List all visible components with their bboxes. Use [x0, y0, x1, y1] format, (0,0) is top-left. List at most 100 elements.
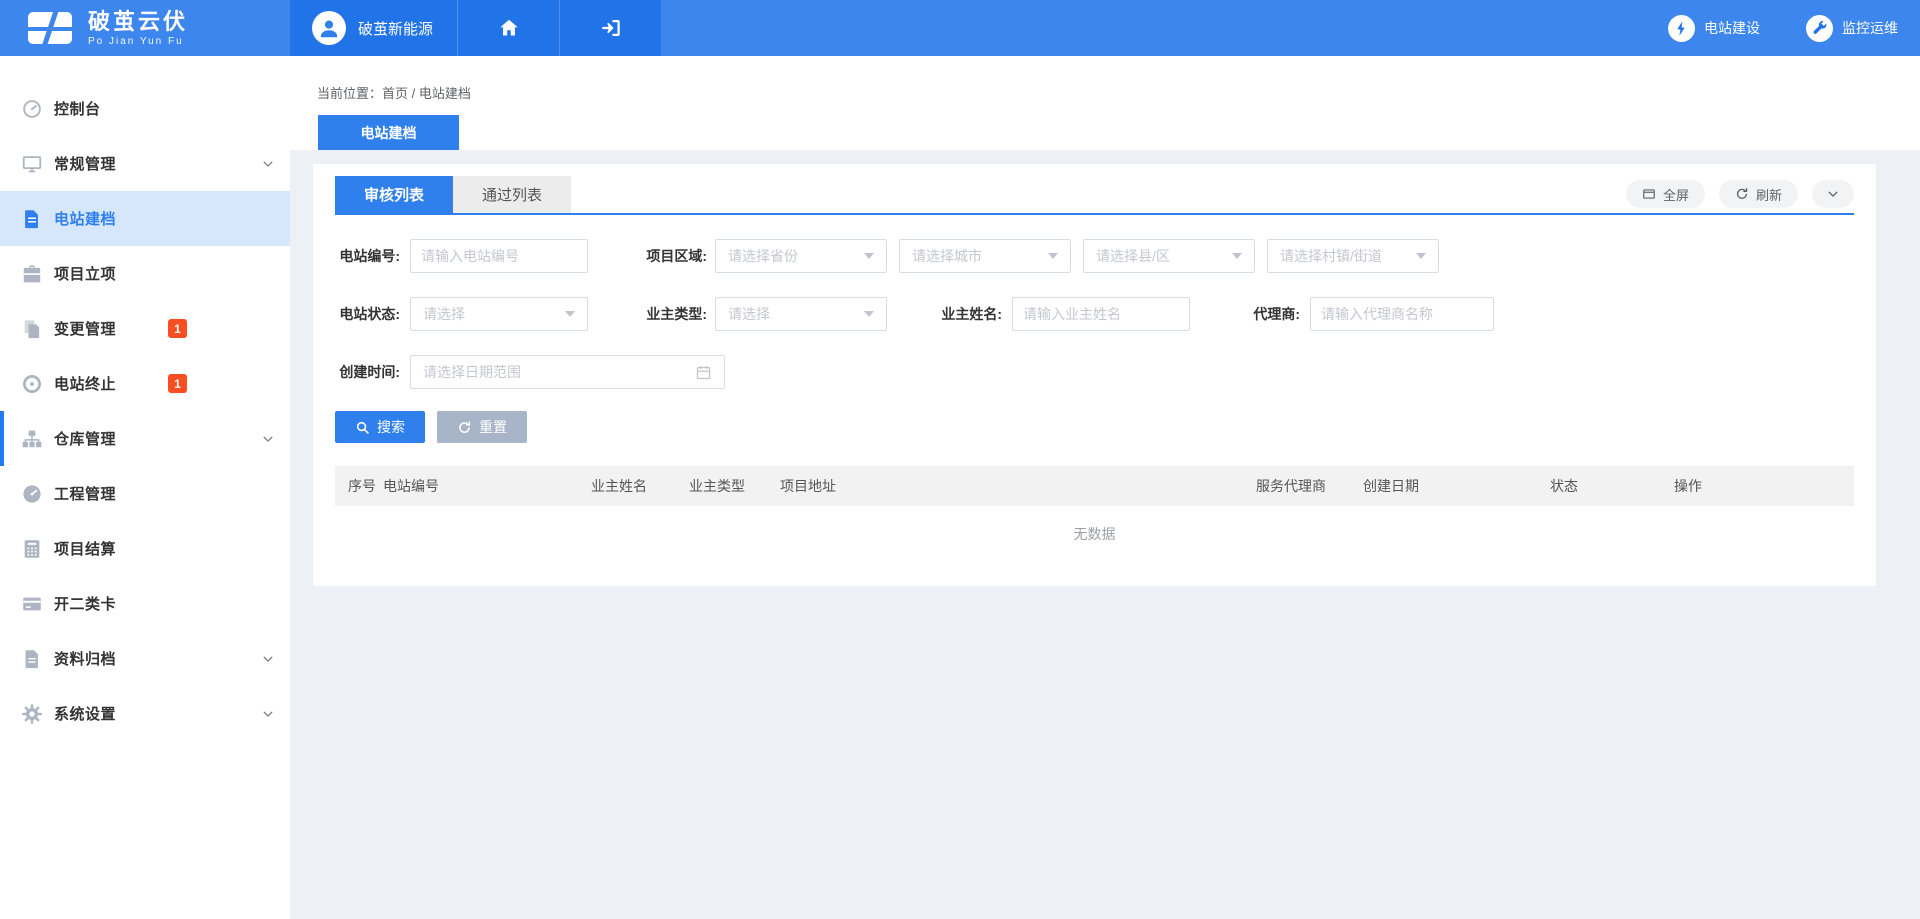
archive-icon [21, 648, 43, 670]
county-select[interactable]: 请选择县/区 [1083, 239, 1255, 273]
column-header: 创建日期 [1363, 466, 1419, 506]
sidebar-item-project-settlement[interactable]: 项目结算 [0, 521, 290, 576]
calculator-icon [21, 538, 43, 560]
nav-label: 电站建设 [1704, 18, 1760, 38]
station-no-label: 电站编号: [335, 246, 400, 266]
date-range-picker[interactable]: 请选择日期范围 [410, 355, 725, 389]
sidebar-item-console[interactable]: 控制台 [0, 81, 290, 136]
sidebar-item-label: 常规管理 [54, 153, 116, 174]
user-menu[interactable]: 破茧新能源 [290, 0, 457, 56]
tab-passed-list[interactable]: 通过列表 [453, 176, 571, 213]
dashboard-icon [21, 483, 43, 505]
town-placeholder: 请选择村镇/街道 [1280, 246, 1382, 266]
agent-input[interactable] [1310, 297, 1494, 331]
collapse-button[interactable] [1812, 180, 1854, 208]
sidebar-item-station-filing[interactable]: 电站建档 [0, 191, 290, 246]
tab-review-list[interactable]: 审核列表 [335, 176, 453, 213]
gauge-icon [21, 98, 43, 120]
sidebar-item-label: 变更管理 [54, 318, 116, 339]
create-time-label: 创建时间: [335, 362, 400, 382]
city-placeholder: 请选择城市 [912, 246, 982, 266]
sidebar-item-engineering-management[interactable]: 工程管理 [0, 466, 290, 521]
caret-down-icon [1232, 253, 1242, 259]
avatar-icon [312, 11, 346, 45]
notification-badge: 1 [168, 374, 187, 393]
owner-name-label: 业主姓名: [937, 304, 1002, 324]
nav-station-construction[interactable]: 电站建设 [1668, 15, 1760, 42]
sidebar-item-label: 项目结算 [54, 538, 116, 559]
nav-monitoring-ops[interactable]: 监控运维 [1806, 15, 1898, 42]
sidebar-item-label: 控制台 [54, 98, 101, 119]
breadcrumb: 当前位置：首页 / 电站建档 [290, 56, 1920, 102]
page-tab-station-filing[interactable]: 电站建档 [318, 115, 459, 150]
brand-subtitle: Po Jian Yun Fu [88, 36, 188, 47]
date-range-placeholder: 请选择日期范围 [423, 362, 521, 382]
station-status-label: 电站状态: [335, 304, 400, 324]
reset-label: 重置 [479, 417, 507, 437]
column-header: 序号 [348, 466, 376, 506]
search-button[interactable]: 搜索 [335, 411, 425, 443]
station-status-select[interactable]: 请选择 [410, 297, 588, 331]
chevron-down-icon [1826, 187, 1840, 201]
sidebar-menu: 控制台常规管理电站建档项目立项变更管理1电站终止1仓库管理工程管理项目结算开二类… [0, 56, 290, 919]
sidebar-item-label: 系统设置 [54, 703, 116, 724]
column-header: 电站编号 [383, 466, 439, 506]
province-select[interactable]: 请选择省份 [715, 239, 887, 273]
header-right: 电站建设 监控运维 [1668, 0, 1920, 56]
search-icon [355, 420, 370, 435]
caret-down-icon [1048, 253, 1058, 259]
sign-out-button[interactable] [559, 0, 661, 56]
sidebar-item-class2-card[interactable]: 开二类卡 [0, 576, 290, 631]
column-header: 操作 [1674, 466, 1702, 506]
column-header: 服务代理商 [1256, 466, 1326, 506]
sidebar-item-station-termination[interactable]: 电站终止1 [0, 356, 290, 411]
sidebar-item-project-initiation[interactable]: 项目立项 [0, 246, 290, 301]
record-icon [21, 373, 43, 395]
chevron-down-icon [261, 157, 275, 171]
table-header: 序号电站编号业主姓名业主类型项目地址服务代理商创建日期状态操作 [335, 466, 1854, 506]
column-header: 业主姓名 [591, 466, 647, 506]
reset-button[interactable]: 重置 [437, 411, 527, 443]
region-label: 项目区域: [637, 246, 707, 266]
wrench-icon [1806, 15, 1833, 42]
brand-logo: 破茧云伏 Po Jian Yun Fu [0, 0, 290, 56]
sidebar-item-label: 资料归档 [54, 648, 116, 669]
brand-name: 破茧云伏 [88, 10, 188, 34]
breadcrumb-home-link[interactable]: 首页 [382, 86, 408, 101]
filter-actions: 搜索 重置 [335, 411, 1854, 443]
notification-badge: 1 [168, 319, 187, 338]
fullscreen-button[interactable]: 全屏 [1626, 180, 1705, 208]
sidebar-item-label: 电站建档 [54, 208, 116, 229]
gear-icon [21, 703, 43, 725]
owner-type-select[interactable]: 请选择 [715, 297, 887, 331]
sidebar-item-general-management[interactable]: 常规管理 [0, 136, 290, 191]
sidebar-item-label: 项目立项 [54, 263, 116, 284]
home-button[interactable] [457, 0, 559, 56]
sidebar-item-system-settings[interactable]: 系统设置 [0, 686, 290, 741]
breadcrumb-current: 电站建档 [419, 86, 471, 101]
owner-type-label: 业主类型: [637, 304, 707, 324]
refresh-button[interactable]: 刷新 [1719, 180, 1798, 208]
copy-icon [21, 318, 43, 340]
sign-in-icon [600, 17, 622, 39]
search-label: 搜索 [377, 417, 405, 437]
owner-name-input[interactable] [1012, 297, 1190, 331]
sitemap-icon [21, 428, 43, 450]
city-select[interactable]: 请选择城市 [899, 239, 1071, 273]
fullscreen-label: 全屏 [1663, 185, 1689, 204]
owner-type-placeholder: 请选择 [728, 304, 770, 324]
lightning-icon [1668, 15, 1695, 42]
town-select[interactable]: 请选择村镇/街道 [1267, 239, 1439, 273]
sidebar-item-warehouse-management[interactable]: 仓库管理 [0, 411, 290, 466]
briefcase-icon [21, 263, 43, 285]
sidebar-item-data-archiving[interactable]: 资料归档 [0, 631, 290, 686]
filter-row-1: 电站编号: 项目区域: 请选择省份 请选择城市 请选择县/区 请选择村镇/街道 [335, 239, 1854, 273]
sidebar-item-change-management[interactable]: 变更管理 1 [0, 301, 290, 356]
content-panel: 审核列表 通过列表 全屏 刷新 [313, 164, 1876, 586]
breadcrumb-separator: / [408, 86, 419, 101]
column-header: 状态 [1550, 466, 1578, 506]
monitor-icon [21, 153, 43, 175]
refresh-label: 刷新 [1756, 185, 1782, 204]
station-no-input[interactable] [410, 239, 588, 273]
table-empty-state: 无数据 [335, 506, 1854, 562]
